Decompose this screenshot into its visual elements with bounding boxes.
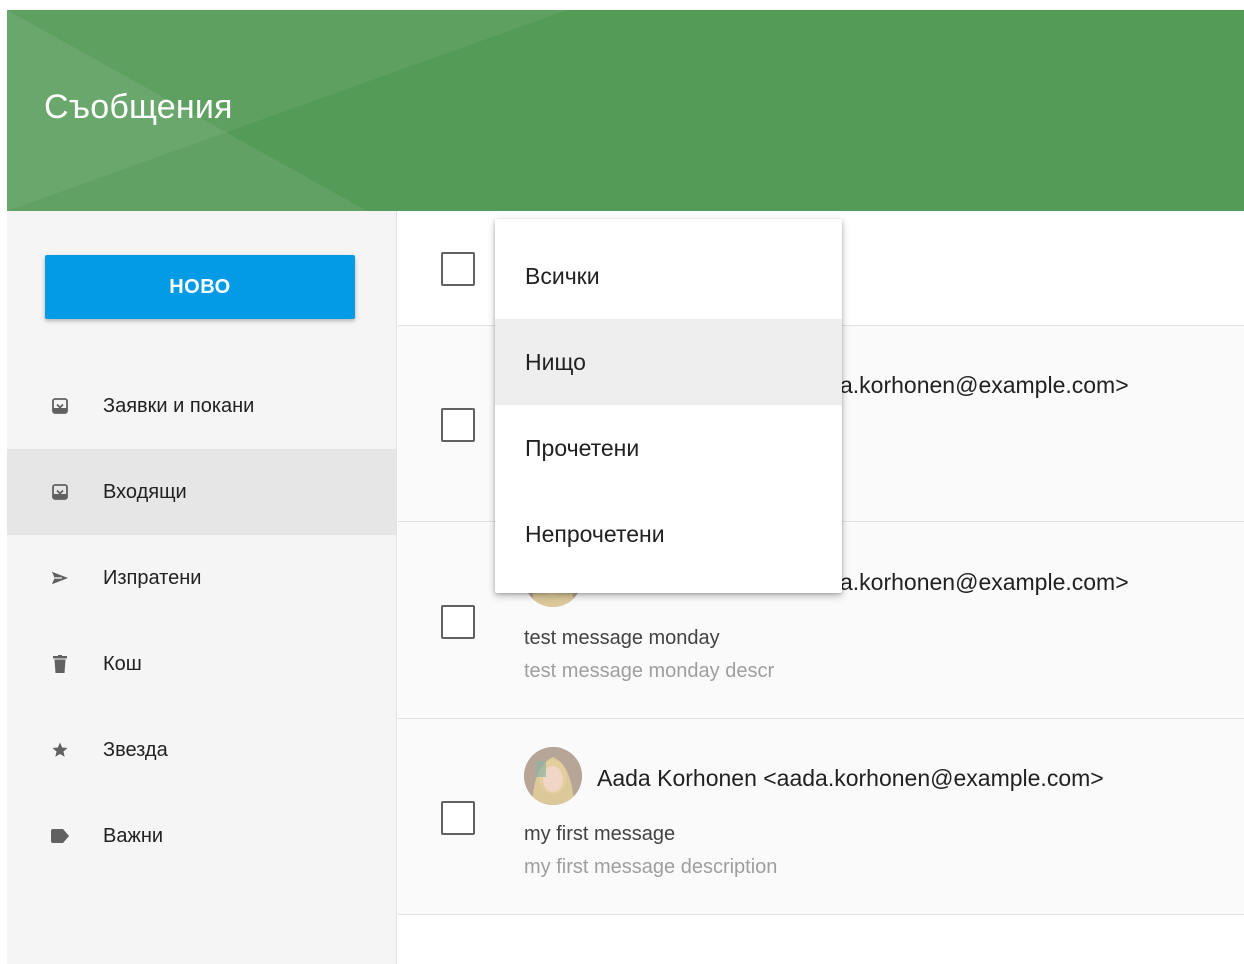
page-title: Съобщения bbox=[44, 88, 233, 126]
sidebar-item-sent[interactable]: Изпратени bbox=[7, 535, 396, 621]
star-icon bbox=[51, 741, 69, 759]
message-sender: a.korhonen@example.com> bbox=[840, 372, 1129, 398]
sidebar-item-label: Важни bbox=[103, 824, 164, 847]
message-sender: a.korhonen@example.com> bbox=[840, 569, 1129, 595]
new-message-button[interactable]: НОВО bbox=[45, 255, 355, 319]
message-sender: Aada Korhonen <aada.korhonen@example.com… bbox=[597, 765, 1104, 791]
menu-item-unread[interactable]: Непрочетени bbox=[495, 491, 842, 577]
sidebar-item-inbox[interactable]: Входящи bbox=[7, 449, 396, 535]
sidebar-item-requests[interactable]: Заявки и покани bbox=[7, 363, 396, 449]
sidebar-item-label: Звезда bbox=[103, 738, 168, 761]
top-strip bbox=[0, 0, 1244, 10]
sidebar-nav: Заявки и покани Входящи Изпратени Кош Зв… bbox=[7, 363, 396, 879]
sidebar-item-label: Изпратени bbox=[103, 566, 202, 589]
inbox-icon bbox=[51, 483, 69, 501]
message-checkbox[interactable] bbox=[441, 801, 475, 835]
send-icon bbox=[51, 569, 69, 587]
inbox-icon bbox=[51, 397, 69, 415]
sidebar: НОВО Заявки и покани Входящи Изпратени К… bbox=[7, 211, 397, 964]
menu-item-all[interactable]: Всички bbox=[495, 233, 842, 319]
sidebar-item-trash[interactable]: Кош bbox=[7, 621, 396, 707]
filter-dropdown-menu: Всички Нищо Прочетени Непрочетени bbox=[495, 219, 842, 593]
message-preview: my first message description bbox=[524, 856, 778, 878]
select-all-checkbox[interactable] bbox=[441, 252, 475, 286]
trash-icon bbox=[51, 655, 69, 673]
sidebar-item-starred[interactable]: Звезда bbox=[7, 707, 396, 793]
menu-item-read[interactable]: Прочетени bbox=[495, 405, 842, 491]
list-item[interactable]: Aada Korhonen <aada.korhonen@example.com… bbox=[398, 719, 1244, 915]
avatar bbox=[524, 747, 582, 805]
app-header: Съобщения bbox=[7, 10, 1244, 211]
message-subject: test message monday bbox=[524, 627, 720, 649]
message-checkbox[interactable] bbox=[441, 408, 475, 442]
message-checkbox[interactable] bbox=[441, 605, 475, 639]
sidebar-item-important[interactable]: Важни bbox=[7, 793, 396, 879]
message-subject: my first message bbox=[524, 823, 676, 845]
label-icon bbox=[51, 827, 69, 845]
message-preview: test message monday descr bbox=[524, 660, 775, 682]
sidebar-item-label: Входящи bbox=[103, 480, 187, 503]
sidebar-item-label: Заявки и покани bbox=[103, 394, 255, 417]
menu-item-none[interactable]: Нищо bbox=[495, 319, 842, 405]
sidebar-item-label: Кош bbox=[103, 652, 142, 675]
